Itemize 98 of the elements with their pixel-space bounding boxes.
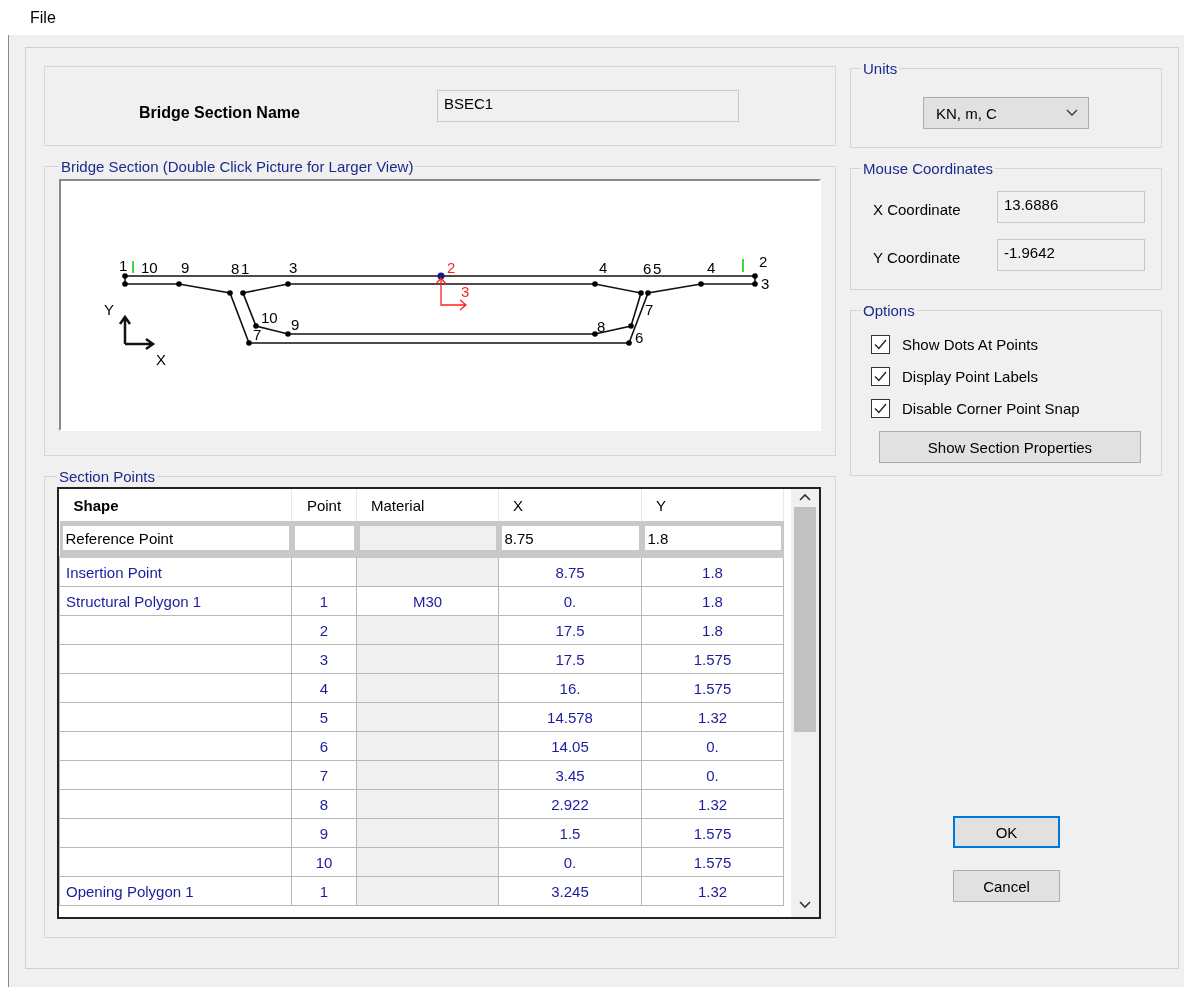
table-cell: 1 [291,876,357,906]
show-properties-button[interactable]: Show Section Properties [879,431,1141,463]
point-label: 4 [707,259,716,276]
axis-label: X [156,351,166,368]
point-label: 2 [447,259,456,276]
field-label: X Coordinate [873,200,961,218]
menu-item[interactable]: File [30,8,56,27]
table-cell: 14.578 [498,702,642,732]
name-field[interactable]: BSEC1 [437,90,739,122]
table-cell: 17.5 [498,644,642,674]
point-label: 4 [599,259,608,276]
table-cell: 0. [641,760,784,790]
table-cell: 1.32 [641,789,784,819]
chevron-down-icon [1066,109,1078,117]
checkbox-label: Show Dots At Points [902,336,1038,353]
table-cell: 1.575 [641,673,784,703]
point-label: 9 [181,259,190,276]
coordinate-field[interactable]: 13.6886 [997,191,1145,223]
group-title: Options [862,302,916,319]
checkbox-label: Disable Corner Point Snap [902,400,1080,417]
input-field[interactable] [294,526,354,550]
table-cell: 1.8 [641,615,784,645]
table-cell: 1 [291,586,357,616]
units-dropdown[interactable]: KN, m, C [923,97,1089,129]
local-axes-icon [435,277,467,311]
field-label: Y Coordinate [873,248,961,266]
table-cell: 1.575 [641,644,784,674]
point-label: 10 [141,259,158,276]
point-label: 9 [291,316,300,333]
cancel-button[interactable]: Cancel [953,870,1060,902]
table-cell: 14.05 [498,731,642,761]
input-field[interactable]: Reference Point [62,526,289,550]
point-label: 3 [761,275,770,292]
check-icon [874,403,887,414]
point-label: 5 [653,260,662,277]
point-label: 3 [289,259,298,276]
point-label: 1 [241,260,250,277]
scrollbar[interactable] [791,489,819,917]
table-cell: 3 [291,644,357,674]
table-cell: M30 [356,586,499,616]
table-cell: 0. [498,847,642,877]
check-icon [874,339,887,350]
table-cell: 17.5 [498,615,642,645]
table-cell: 3.245 [498,876,642,906]
input-field[interactable]: 1.8 [644,526,781,550]
coordinate-field[interactable]: -1.9642 [997,239,1145,271]
check-icon [874,371,887,382]
axis-label: Y [104,301,114,318]
table-cell: Structural Polygon 1 [59,586,292,616]
table-cell: 1.5 [498,818,642,848]
scroll-up-icon[interactable] [799,493,811,501]
ok-button[interactable]: OK [953,816,1060,848]
table-cell: 6 [291,731,357,761]
table-cell: 1.8 [641,586,784,616]
table-cell: 4 [291,673,357,703]
table-cell: 8.75 [498,557,642,587]
section-canvas[interactable]: 1 10 9 81 3 2 3 4 65 4 2 3 10 9 7 8 7 6 Y X [59,179,821,431]
point-label: 1 [119,257,128,274]
table-cell: Insertion Point [59,557,292,587]
table-cell: 5 [291,702,357,732]
point-label: 8 [597,318,606,335]
field-label: Bridge Section Name [139,104,301,122]
checkbox[interactable] [871,399,890,418]
group-title: Units [862,60,899,77]
point-label: 3 [461,283,470,300]
table-cell: Opening Polygon 1 [59,876,292,906]
table-cell: 3.45 [498,760,642,790]
point-label: 6 [643,260,652,277]
table-cell [291,557,357,587]
group-title: Mouse Coordinates [862,160,995,177]
point-label: 7 [645,301,654,318]
table-cell: 0. [498,586,642,616]
table-cell: 1.8 [641,557,784,587]
table-cell: 2 [291,615,357,645]
point-label: 8 [231,260,240,277]
table-cell: 1.32 [641,876,784,906]
point-label: 7 [253,326,262,343]
table-cell: 1.575 [641,847,784,877]
table-cell: 0. [641,731,784,761]
checkbox[interactable] [871,367,890,386]
scroll-down-icon[interactable] [799,901,811,909]
table-cell: 16. [498,673,642,703]
checkbox-label: Display Point Labels [902,368,1038,385]
table-cell: 9 [291,818,357,848]
global-axes-icon [118,314,156,351]
point-label: 2 [759,253,768,270]
point-label: 6 [635,329,644,346]
group-title: Bridge Section (Double Click Picture for Larger View) [60,158,415,175]
input-field[interactable]: 8.75 [501,526,639,550]
point-label: 10 [261,309,278,326]
table-cell: 1.575 [641,818,784,848]
table-cell: 8 [291,789,357,819]
table-cell: 7 [291,760,357,790]
table-cell: 2.922 [498,789,642,819]
table-cell: 10 [291,847,357,877]
table-cell: 1.32 [641,702,784,732]
group-title: Section Points [58,468,156,485]
checkbox[interactable] [871,335,890,354]
